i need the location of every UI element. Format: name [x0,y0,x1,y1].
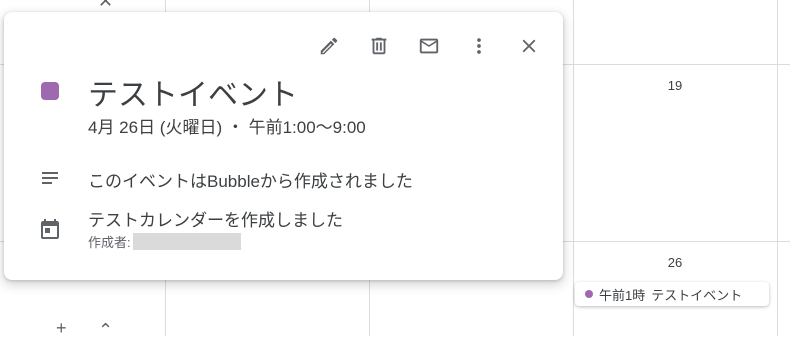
close-popup-button[interactable] [513,30,545,62]
delete-event-button[interactable] [363,30,395,62]
event-chip-time: 午前1時 [599,287,646,303]
grid-line [777,0,778,336]
day-number[interactable]: 26 [655,255,695,270]
trash-icon [371,37,387,55]
close-icon [522,39,536,53]
mail-icon [419,38,439,54]
chevron-up-icon[interactable]: ⌃ [98,320,113,341]
redacted-creator [132,233,241,250]
calendar-name: テストカレンダーを作成しました [88,211,343,230]
event-color-dot [585,290,593,298]
email-guests-button[interactable] [413,30,445,62]
day-number[interactable]: 19 [655,78,695,93]
creator-label: 作成者: [88,235,131,250]
event-title: テストイベント [88,79,298,112]
event-creator: 作成者: [88,232,241,251]
event-detail-popup: テストイベント 4月 26日 (火曜日) ・ 午前1:00～9:00 このイベン… [4,12,563,280]
pencil-icon [320,37,338,55]
grid-line [573,0,574,336]
calendar-event-chip[interactable]: 午前1時 テストイベント [575,282,769,306]
event-color-swatch [41,82,59,100]
event-chip-title: テストイベント [651,287,743,303]
event-datetime: 4月 26日 (火曜日) ・ 午前1:00～9:00 [88,118,366,137]
description-icon [38,166,62,190]
event-description: このイベントはBubbleから作成されました [88,172,413,191]
popup-toolbar [313,30,545,62]
edit-event-button[interactable] [313,30,345,62]
close-icon[interactable]: ✕ [98,0,113,12]
more-options-button[interactable] [463,30,495,62]
calendar-icon [38,217,62,241]
more-vert-icon [477,38,481,54]
